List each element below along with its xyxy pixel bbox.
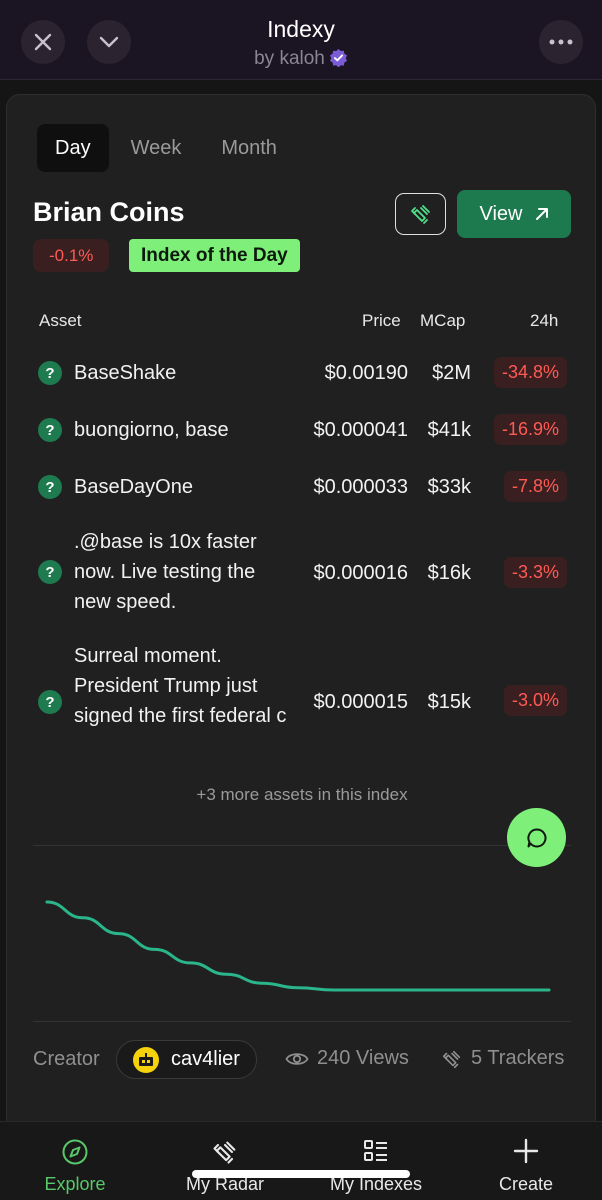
table-row[interactable]: ? Surreal moment. President Trump just s…: [7, 640, 597, 762]
question-icon: ?: [38, 361, 62, 385]
chat-bubble-icon: [526, 827, 546, 847]
asset-mcap: $41k: [427, 419, 471, 441]
track-button[interactable]: [395, 193, 446, 235]
col-header-price: Price: [362, 311, 401, 330]
question-icon: ?: [38, 690, 62, 714]
creator-footer: Creator cav4lier 240 Views 5 Trackers: [7, 1040, 597, 1080]
asset-name: Surreal moment. President Trump just sig…: [74, 645, 287, 727]
more-dots-icon: [549, 39, 573, 45]
question-icon: ?: [38, 475, 62, 499]
app-subtitle: by kaloh: [0, 48, 602, 70]
verified-badge-icon: [329, 48, 347, 67]
asset-mcap: $2M: [432, 362, 471, 384]
more-options-button[interactable]: [539, 20, 583, 64]
col-header-mcap: MCap: [420, 311, 466, 330]
nav-my-indexes[interactable]: My Indexes: [301, 1122, 451, 1200]
nav-create[interactable]: Create: [451, 1122, 601, 1200]
tab-week[interactable]: Week: [113, 124, 200, 172]
nav-explore[interactable]: Explore: [0, 1122, 150, 1200]
view-button[interactable]: View: [457, 190, 571, 238]
chart-series-line: [45, 900, 551, 992]
index-title: Brian Coins: [33, 197, 185, 227]
asset-name: .@base is 10x faster now. Live testing t…: [74, 531, 257, 613]
tab-day[interactable]: Day: [37, 124, 109, 172]
asset-mcap: $33k: [427, 476, 471, 498]
creator-chip[interactable]: cav4lier: [116, 1040, 257, 1079]
compass-icon: [62, 1139, 88, 1165]
satellite-icon: [213, 1141, 236, 1164]
views-text: 240 Views: [317, 1047, 409, 1069]
robot-avatar-icon: [139, 1052, 153, 1066]
asset-name: buongiorno, base: [74, 419, 229, 441]
nav-my-radar[interactable]: My Radar: [150, 1122, 300, 1200]
col-header-24h: 24h: [530, 311, 559, 330]
list-icon: [364, 1140, 387, 1161]
table-row[interactable]: ? BaseShake $0.00190 $2M -34.8%: [7, 353, 597, 393]
asset-change-badge: -7.8%: [503, 471, 567, 502]
nav-explore-label: Explore: [44, 1174, 106, 1194]
asset-mcap: $16k: [427, 562, 471, 584]
table-row[interactable]: ? .@base is 10x faster now. Live testing…: [7, 526, 597, 618]
bottom-nav: Explore My Radar My Indexes Create: [0, 1121, 602, 1200]
asset-price: $0.000041: [313, 419, 408, 441]
question-icon: ?: [38, 418, 62, 442]
question-icon: ?: [38, 560, 62, 584]
nav-create-label: Create: [498, 1174, 554, 1194]
asset-change-badge: -34.8%: [493, 357, 567, 388]
table-row[interactable]: ? buongiorno, base $0.000041 $41k -16.9%: [7, 410, 597, 450]
asset-price: $0.000033: [313, 476, 408, 498]
eye-icon: [285, 1052, 309, 1065]
trackers-text: 5 Trackers: [471, 1047, 565, 1069]
asset-change-badge: -16.9%: [493, 414, 567, 445]
col-header-asset: Asset: [39, 311, 82, 330]
asset-change-badge: -3.3%: [503, 557, 567, 588]
view-button-label: View: [479, 202, 523, 225]
views-count: 240 Views: [285, 1047, 409, 1070]
asset-mcap: $15k: [427, 691, 471, 713]
creator-name: cav4lier: [171, 1048, 240, 1070]
table-row[interactable]: ? BaseDayOne $0.000033 $33k -7.8%: [7, 467, 597, 507]
more-assets-text[interactable]: +3 more assets in this index: [7, 785, 597, 805]
asset-price: $0.000015: [313, 691, 408, 713]
trackers-count: 5 Trackers: [441, 1047, 564, 1070]
satellite-icon: [442, 1050, 461, 1068]
divider: [33, 1021, 571, 1022]
plus-icon: [513, 1138, 539, 1164]
avatar: [133, 1046, 159, 1073]
asset-name: BaseDayOne: [74, 476, 193, 498]
period-tabs: Day Week Month: [37, 124, 299, 172]
asset-change-badge: -3.0%: [503, 685, 567, 716]
index-card: Day Week Month Brian Coins -0.1% Index o…: [6, 94, 596, 1134]
asset-name: BaseShake: [74, 362, 177, 384]
index-of-the-day-badge: Index of the Day: [129, 239, 300, 272]
creator-label: Creator: [33, 1048, 100, 1070]
home-indicator: [192, 1170, 410, 1178]
chat-button[interactable]: [507, 808, 566, 867]
price-chart: [45, 900, 551, 992]
satellite-icon: [410, 205, 430, 224]
asset-price: $0.00190: [324, 362, 408, 384]
divider: [33, 845, 571, 846]
asset-price: $0.000016: [313, 562, 408, 584]
arrow-up-right-icon: [535, 208, 548, 220]
author-text: by kaloh: [254, 48, 325, 69]
app-title: Indexy: [267, 16, 335, 42]
index-change-badge: -0.1%: [33, 239, 110, 272]
tab-month[interactable]: Month: [203, 124, 295, 172]
app-header: Indexy by kaloh: [0, 0, 602, 80]
